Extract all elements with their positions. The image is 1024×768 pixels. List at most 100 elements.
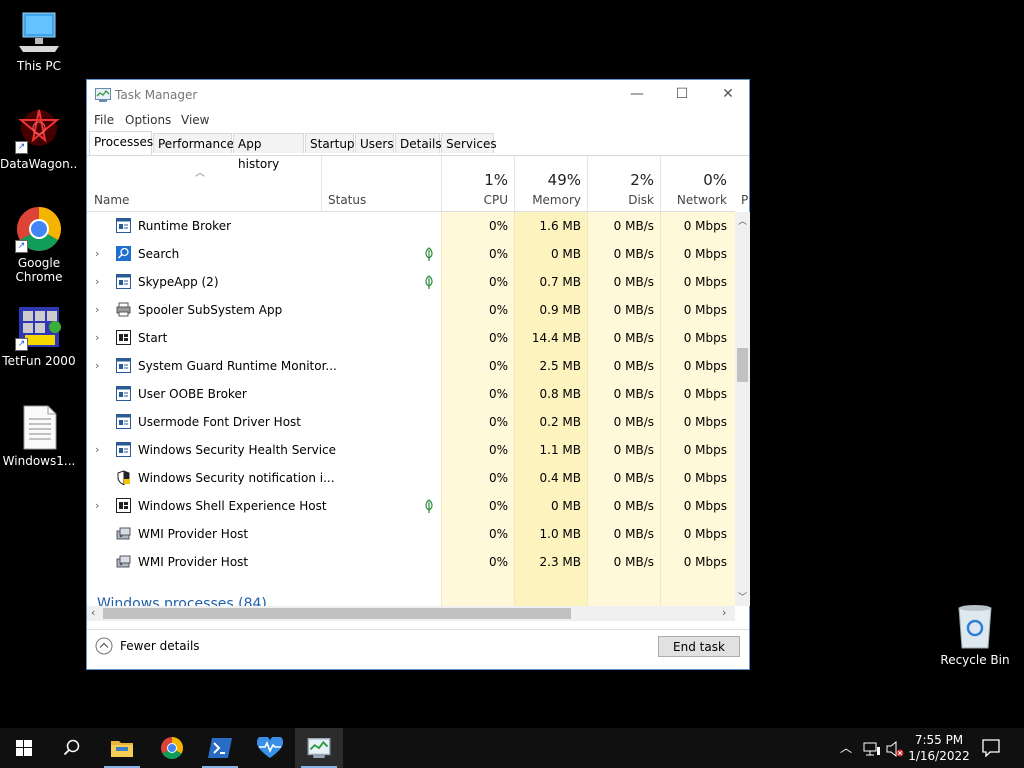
process-network: 0 Mbps xyxy=(683,331,727,345)
menu-file[interactable]: File xyxy=(94,113,114,127)
scroll-right-arrow-icon[interactable]: › xyxy=(722,606,726,619)
desktop-icon-recycle-bin[interactable]: Recycle Bin xyxy=(936,602,1014,667)
taskbar-chrome[interactable] xyxy=(148,728,196,768)
tetfun-icon: ↗ xyxy=(15,303,63,351)
process-cpu: 0% xyxy=(488,359,508,373)
process-row[interactable]: Usermode Font Driver Host 0% 0.2 MB 0 MB/s 0… xyxy=(87,408,735,436)
end-task-button[interactable]: End task xyxy=(658,636,740,657)
process-row[interactable]: Windows Security notification i... 0% 0.4 … xyxy=(87,464,735,492)
expand-chevron-icon[interactable]: › xyxy=(95,268,105,296)
window-title: Task Manager xyxy=(115,88,198,102)
system-clock[interactable]: 7:55 PM 1/16/2022 xyxy=(904,732,974,764)
process-row[interactable]: › Windows Security Health Service 0% 1.1 MB… xyxy=(87,436,735,464)
process-row[interactable]: WMI Provider Host 0% 1.0 MB 0 MB/s 0 Mbps xyxy=(87,520,735,548)
process-memory: 1.0 MB xyxy=(539,527,581,541)
process-disk: 0 MB/s xyxy=(613,359,654,373)
process-row[interactable]: › Search 0% 0 MB 0 MB/s 0 Mbps xyxy=(87,240,735,268)
collapse-chevron-icon xyxy=(95,637,113,655)
tab-services[interactable]: Services xyxy=(441,133,497,153)
suspended-leaf-icon xyxy=(424,247,434,261)
minimize-button[interactable]: — xyxy=(614,80,660,110)
powershell-icon xyxy=(208,738,232,758)
notification-center-icon[interactable] xyxy=(982,739,1000,757)
expand-chevron-icon[interactable]: › xyxy=(95,324,105,352)
tab-app-history[interactable]: App history xyxy=(233,133,304,171)
process-row[interactable]: › SkypeApp (2) 0% 0.7 MB 0 MB/s 0 Mbps xyxy=(87,268,735,296)
column-header-disk[interactable]: 2% Disk xyxy=(588,156,660,211)
desktop-icon-label: Google Chrome xyxy=(15,256,63,284)
tab-processes[interactable]: Processes xyxy=(89,131,153,155)
process-icon xyxy=(116,554,131,569)
menu-view[interactable]: View xyxy=(181,113,209,127)
process-network: 0 Mbps xyxy=(683,219,727,233)
disk-total: 2% xyxy=(630,171,654,189)
chrome-icon: ↗ xyxy=(15,205,63,253)
column-header-name[interactable]: ︿ Name xyxy=(87,156,321,211)
process-row[interactable]: › Start 0% 14.4 MB 0 MB/s 0 Mbps xyxy=(87,324,735,352)
expand-chevron-icon[interactable]: › xyxy=(95,240,105,268)
expand-chevron-icon[interactable]: › xyxy=(95,492,105,520)
process-cpu: 0% xyxy=(488,499,508,513)
scroll-down-arrow-icon[interactable]: ﹀ xyxy=(738,590,747,603)
process-row[interactable]: Runtime Broker 0% 1.6 MB 0 MB/s 0 Mbps xyxy=(87,212,735,240)
column-header-status[interactable]: Status xyxy=(322,156,441,211)
desktop-icon-google-chrome[interactable]: ↗ Google Chrome xyxy=(0,205,78,284)
process-name: Start xyxy=(138,331,168,345)
network-icon[interactable] xyxy=(863,741,881,757)
process-name: Spooler SubSystem App xyxy=(138,303,283,317)
process-memory: 2.5 MB xyxy=(539,359,581,373)
expand-chevron-icon[interactable]: › xyxy=(95,436,105,464)
column-header-power[interactable]: P xyxy=(734,156,748,211)
show-hidden-icons-chevron-icon[interactable]: ︿ xyxy=(840,739,852,756)
column-header-network[interactable]: 0% Network xyxy=(661,156,733,211)
process-icon xyxy=(116,358,131,373)
scroll-up-arrow-icon[interactable]: ︿ xyxy=(738,214,747,227)
scrollbar-thumb[interactable] xyxy=(737,348,748,382)
volume-muted-icon[interactable] xyxy=(886,741,904,757)
expand-chevron-icon[interactable]: › xyxy=(95,296,105,324)
desktop-icon-windows-file[interactable]: Windows1... xyxy=(0,403,78,468)
column-header-memory[interactable]: 49% Memory xyxy=(515,156,587,211)
process-cpu: 0% xyxy=(488,555,508,569)
desktop-icon-tetfun-2000[interactable]: ↗ TetFun 2000 xyxy=(0,303,78,368)
process-disk: 0 MB/s xyxy=(613,555,654,569)
tab-performance[interactable]: Performance xyxy=(153,133,234,153)
taskbar-task-manager[interactable] xyxy=(295,728,343,768)
title-bar[interactable]: Task Manager — ☐ ✕ xyxy=(87,80,749,110)
tab-startup[interactable]: Startup xyxy=(305,133,355,153)
tab-users[interactable]: Users xyxy=(355,133,394,153)
section-header-windows-processes[interactable]: Windows processes (84) xyxy=(97,596,267,606)
task-manager-window: Task Manager — ☐ ✕ File Options View Pro… xyxy=(86,79,750,670)
process-row[interactable]: WMI Provider Host 0% 2.3 MB 0 MB/s 0 Mbps xyxy=(87,548,735,576)
process-row[interactable]: › System Guard Runtime Monitor... 0% 2.5 MB… xyxy=(87,352,735,380)
column-header-cpu[interactable]: 1% CPU xyxy=(442,156,514,211)
maximize-button[interactable]: ☐ xyxy=(659,80,705,110)
process-network: 0 Mbps xyxy=(683,471,727,485)
close-button[interactable]: ✕ xyxy=(705,80,751,110)
start-button[interactable] xyxy=(0,728,48,768)
taskbar-health-app[interactable] xyxy=(246,728,294,768)
tab-details[interactable]: Details xyxy=(395,133,442,153)
process-row[interactable]: User OOBE Broker 0% 0.8 MB 0 MB/s 0 Mbps xyxy=(87,380,735,408)
menu-options[interactable]: Options xyxy=(125,113,171,127)
taskbar-file-explorer[interactable] xyxy=(98,728,146,768)
column-label: Memory xyxy=(532,193,581,207)
process-disk: 0 MB/s xyxy=(613,275,654,289)
scrollbar-thumb[interactable] xyxy=(103,608,571,619)
process-memory: 14.4 MB xyxy=(531,331,581,345)
column-label: Network xyxy=(676,193,727,207)
scroll-left-arrow-icon[interactable]: ‹ xyxy=(91,606,95,619)
desktop-icon-datawagon[interactable]: ↗ DataWagon... xyxy=(0,106,78,171)
process-memory: 1.6 MB xyxy=(539,219,581,233)
process-row[interactable]: › Windows Shell Experience Host 0% 0 MB 0 MB… xyxy=(87,492,735,520)
process-network: 0 Mbps xyxy=(683,247,727,261)
expand-chevron-icon[interactable]: › xyxy=(95,352,105,380)
vertical-scrollbar[interactable]: ︿ ﹀ xyxy=(735,212,750,606)
taskbar-powershell[interactable] xyxy=(196,728,244,768)
desktop-icon-this-pc[interactable]: This PC xyxy=(0,8,78,73)
horizontal-scrollbar[interactable]: ‹ › xyxy=(87,606,735,621)
taskbar-search-button[interactable] xyxy=(48,728,96,768)
process-row[interactable]: › Spooler SubSystem App 0% 0.9 MB 0 MB/s 0 Mb… xyxy=(87,296,735,324)
process-disk: 0 MB/s xyxy=(613,331,654,345)
process-name: Windows Security Health Service xyxy=(138,443,337,457)
